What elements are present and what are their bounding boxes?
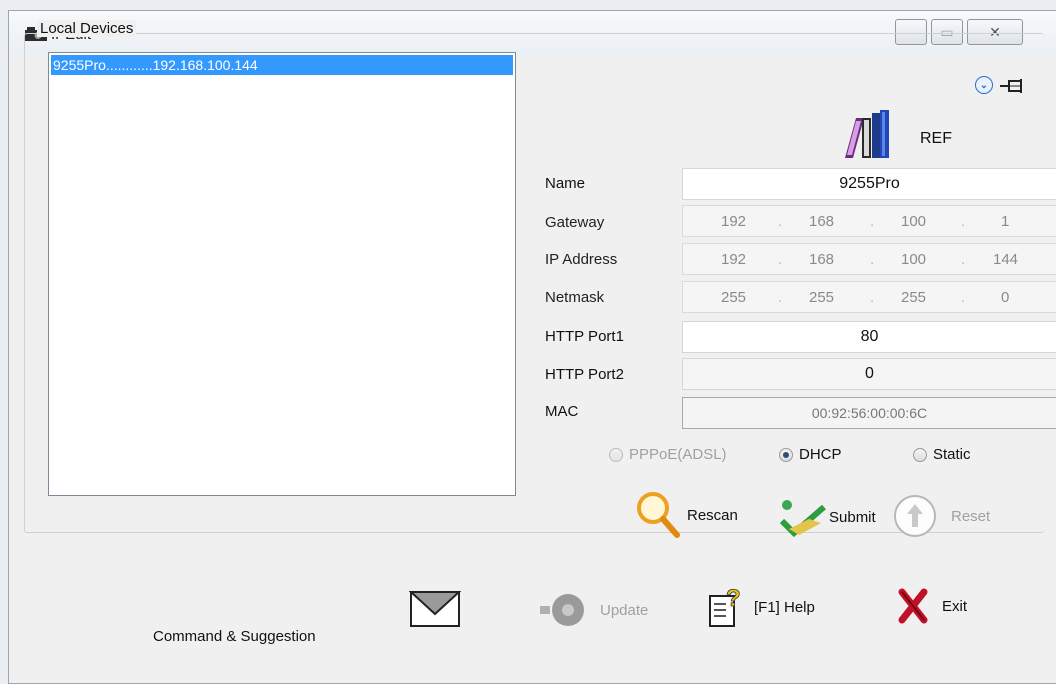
rescan-button[interactable]: Rescan: [633, 490, 738, 540]
radio-dhcp[interactable]: DHCP: [779, 446, 842, 463]
list-item[interactable]: 9255Pro............192.168.100.144: [51, 55, 513, 75]
svg-text:?: ?: [726, 585, 741, 612]
name-field[interactable]: 9255Pro: [682, 168, 1056, 200]
submit-button[interactable]: Submit: [779, 497, 876, 537]
device-list[interactable]: 9255Pro............192.168.100.144: [48, 52, 516, 496]
radio-selected-icon: [779, 447, 793, 462]
netmask-label: Netmask: [545, 289, 605, 306]
magnifier-icon: [637, 492, 680, 538]
update-label: Update: [600, 601, 649, 619]
radio-static-label: Static: [933, 446, 971, 463]
exit-label: Exit: [942, 597, 968, 615]
radio-dhcp-label: DHCP: [799, 446, 842, 463]
ip-octet-3: 100: [901, 251, 927, 268]
name-label: Name: [545, 175, 586, 192]
ip-octet-1: 192: [721, 251, 747, 268]
http-port1-label: HTTP Port1: [545, 328, 624, 345]
help-button[interactable]: ? [F1] Help: [706, 584, 815, 630]
mac-field: 00:92:56:00:00:6C: [682, 397, 1056, 429]
pin-icon[interactable]: [998, 78, 1026, 94]
ip-octet-4: 144: [993, 251, 1019, 268]
gateway-octet-1: 192: [721, 213, 747, 230]
update-button[interactable]: Update: [540, 588, 648, 632]
help-icon: ?: [709, 585, 741, 627]
reset-label: Reset: [951, 507, 991, 525]
radio-static[interactable]: Static: [913, 446, 971, 463]
ip-address-label: IP Address: [545, 251, 618, 268]
submit-label: Submit: [829, 508, 876, 526]
gateway-field: 192 . 168 . 100 . 1: [682, 205, 1056, 237]
command-suggestion-label: Command & Suggestion: [153, 628, 316, 645]
exit-x-icon: [898, 588, 928, 624]
radio-pppoe[interactable]: PPPoE(ADSL): [609, 446, 727, 463]
radio-button-icon: [913, 447, 927, 462]
radio-pppoe-label: PPPoE(ADSL): [629, 446, 727, 463]
netmask-octet-2: 255: [809, 289, 835, 306]
netmask-octet-3: 255: [901, 289, 927, 306]
ip-octet-2: 168: [809, 251, 835, 268]
submit-check-icon: [779, 500, 826, 537]
http-port1-field[interactable]: 80: [682, 321, 1056, 353]
mac-label: MAC: [545, 403, 579, 420]
gateway-octet-3: 100: [901, 213, 927, 230]
local-devices-title: Local Devices: [37, 20, 137, 37]
http-port2-field[interactable]: 0: [682, 358, 1056, 390]
gateway-octet-2: 168: [809, 213, 835, 230]
gateway-octet-4: 1: [1001, 213, 1010, 230]
books-icon[interactable]: [842, 110, 892, 160]
up-arrow-icon: [894, 495, 936, 537]
envelope-icon[interactable]: [409, 586, 461, 630]
netmask-octet-1: 255: [721, 289, 747, 306]
reset-button[interactable]: Reset: [893, 494, 990, 538]
gateway-label: Gateway: [545, 214, 605, 231]
update-gear-icon: [540, 594, 584, 626]
exit-button[interactable]: Exit: [898, 588, 967, 624]
help-label: [F1] Help: [754, 598, 815, 616]
radio-button-icon: [609, 447, 623, 462]
netmask-octet-4: 0: [1001, 289, 1010, 306]
rescan-label: Rescan: [687, 506, 738, 524]
http-port2-label: HTTP Port2: [545, 366, 624, 383]
ref-label[interactable]: REF: [920, 130, 952, 148]
ip-address-field: 192 . 168 . 100 . 144: [682, 243, 1056, 275]
netmask-field: 255 . 255 . 255 . 0: [682, 281, 1056, 313]
collapse-chevron-icon[interactable]: ⌄: [975, 76, 993, 94]
